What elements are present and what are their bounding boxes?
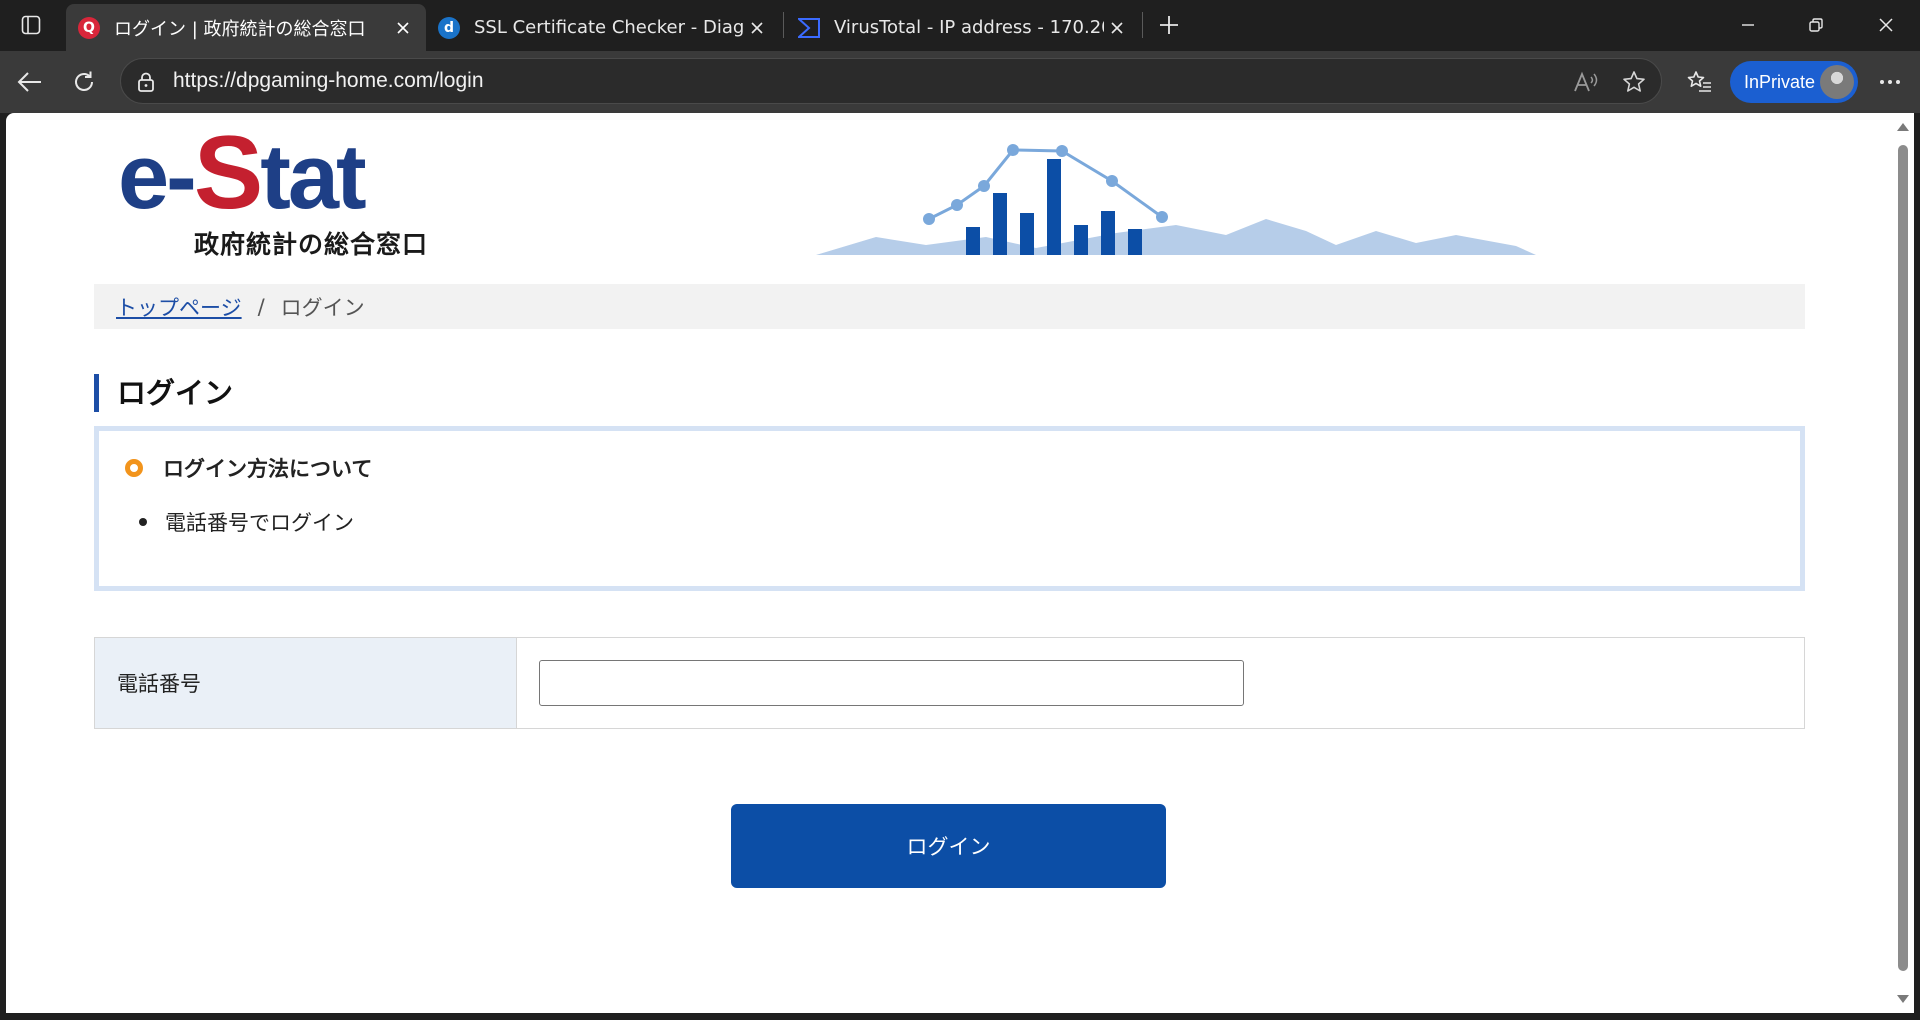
bullet-icon: [139, 518, 147, 526]
digicert-d-icon: d: [438, 16, 460, 39]
logo-subtitle: 政府統計の総合窓口: [194, 230, 429, 259]
inprivate-label: InPrivate: [1744, 71, 1816, 92]
profile-avatar: [1820, 65, 1854, 99]
estat-logo[interactable]: e-Stat 政府統計の総合窓口: [118, 115, 428, 259]
orange-ring-icon: [125, 459, 143, 477]
close-window-icon[interactable]: [1864, 8, 1908, 42]
scrollbar-thumb[interactable]: [1898, 145, 1908, 971]
minimize-icon[interactable]: [1726, 8, 1770, 42]
page-scrollbar[interactable]: [1894, 113, 1914, 1013]
close-icon[interactable]: [390, 15, 416, 41]
login-button[interactable]: ログイン: [731, 804, 1166, 888]
tab-title: VirusTotal - IP address - 170.205.3: [834, 17, 1104, 38]
new-tab-plus-icon[interactable]: [1153, 10, 1185, 40]
url-text[interactable]: https://dpgaming-home.com/login: [173, 69, 484, 93]
back-arrow-icon[interactable]: [10, 62, 50, 102]
scroll-down-arrow-icon[interactable]: [1897, 995, 1909, 1003]
favorites-list-icon[interactable]: [1680, 62, 1720, 102]
restore-icon[interactable]: [1794, 8, 1838, 42]
tab-ssl-checker[interactable]: d SSL Certificate Checker - Diagnost: [426, 4, 780, 51]
tab-title: SSL Certificate Checker - Diagnost: [474, 17, 744, 38]
red-q-icon: Q: [78, 16, 100, 39]
phone-label: 電話番号: [95, 638, 517, 728]
tab-title: ログイン | 政府統計の総合窓口: [114, 18, 366, 40]
breadcrumb-current: ログイン: [280, 295, 365, 320]
phone-input[interactable]: [539, 660, 1244, 706]
refresh-icon[interactable]: [64, 62, 104, 102]
page-viewport: e-Stat 政府統計の総合窓口 トップページ / ログイン ログイン ログイン…: [6, 113, 1899, 1013]
logo-wordmark: e-Stat: [118, 115, 367, 231]
tab-virustotal[interactable]: VirusTotal - IP address - 170.205.3: [786, 4, 1140, 51]
info-heading-text: ログイン方法について: [163, 457, 373, 481]
list-item-text: 電話番号でログイン: [165, 511, 354, 535]
virustotal-icon: [798, 17, 820, 39]
browser-toolbar: https://dpgaming-home.com/login InPrivat…: [0, 51, 1920, 113]
inprivate-button[interactable]: InPrivate: [1730, 61, 1858, 103]
close-icon[interactable]: [1104, 15, 1130, 41]
phone-form-row: 電話番号: [94, 637, 1805, 729]
breadcrumb-separator: /: [257, 294, 265, 319]
more-options-icon[interactable]: [1870, 62, 1910, 102]
tab-separator: [783, 12, 784, 38]
list-item: 電話番号でログイン: [139, 507, 354, 537]
phone-field-cell: [517, 638, 1804, 728]
favorite-star-icon[interactable]: [1621, 69, 1647, 95]
page-title: ログイン: [94, 374, 233, 412]
header-chart-illustration: [816, 144, 1536, 255]
lock-icon[interactable]: [135, 71, 157, 93]
breadcrumb: トップページ / ログイン: [94, 284, 1805, 329]
tab-login[interactable]: Q ログイン | 政府統計の総合窓口: [66, 4, 426, 51]
breadcrumb-home-link[interactable]: トップページ: [116, 292, 242, 322]
browser-tab-strip: Q ログイン | 政府統計の総合窓口 d SSL Certificate Che…: [0, 0, 1920, 51]
close-icon[interactable]: [744, 15, 770, 41]
info-heading: ログイン方法について: [125, 453, 372, 483]
tab-separator: [1142, 12, 1143, 38]
tab-actions-icon[interactable]: [14, 12, 48, 38]
address-bar[interactable]: https://dpgaming-home.com/login: [120, 58, 1662, 104]
login-method-info-box: ログイン方法について 電話番号でログイン: [94, 426, 1805, 591]
read-aloud-icon[interactable]: [1573, 69, 1599, 95]
scroll-up-arrow-icon[interactable]: [1897, 123, 1909, 131]
